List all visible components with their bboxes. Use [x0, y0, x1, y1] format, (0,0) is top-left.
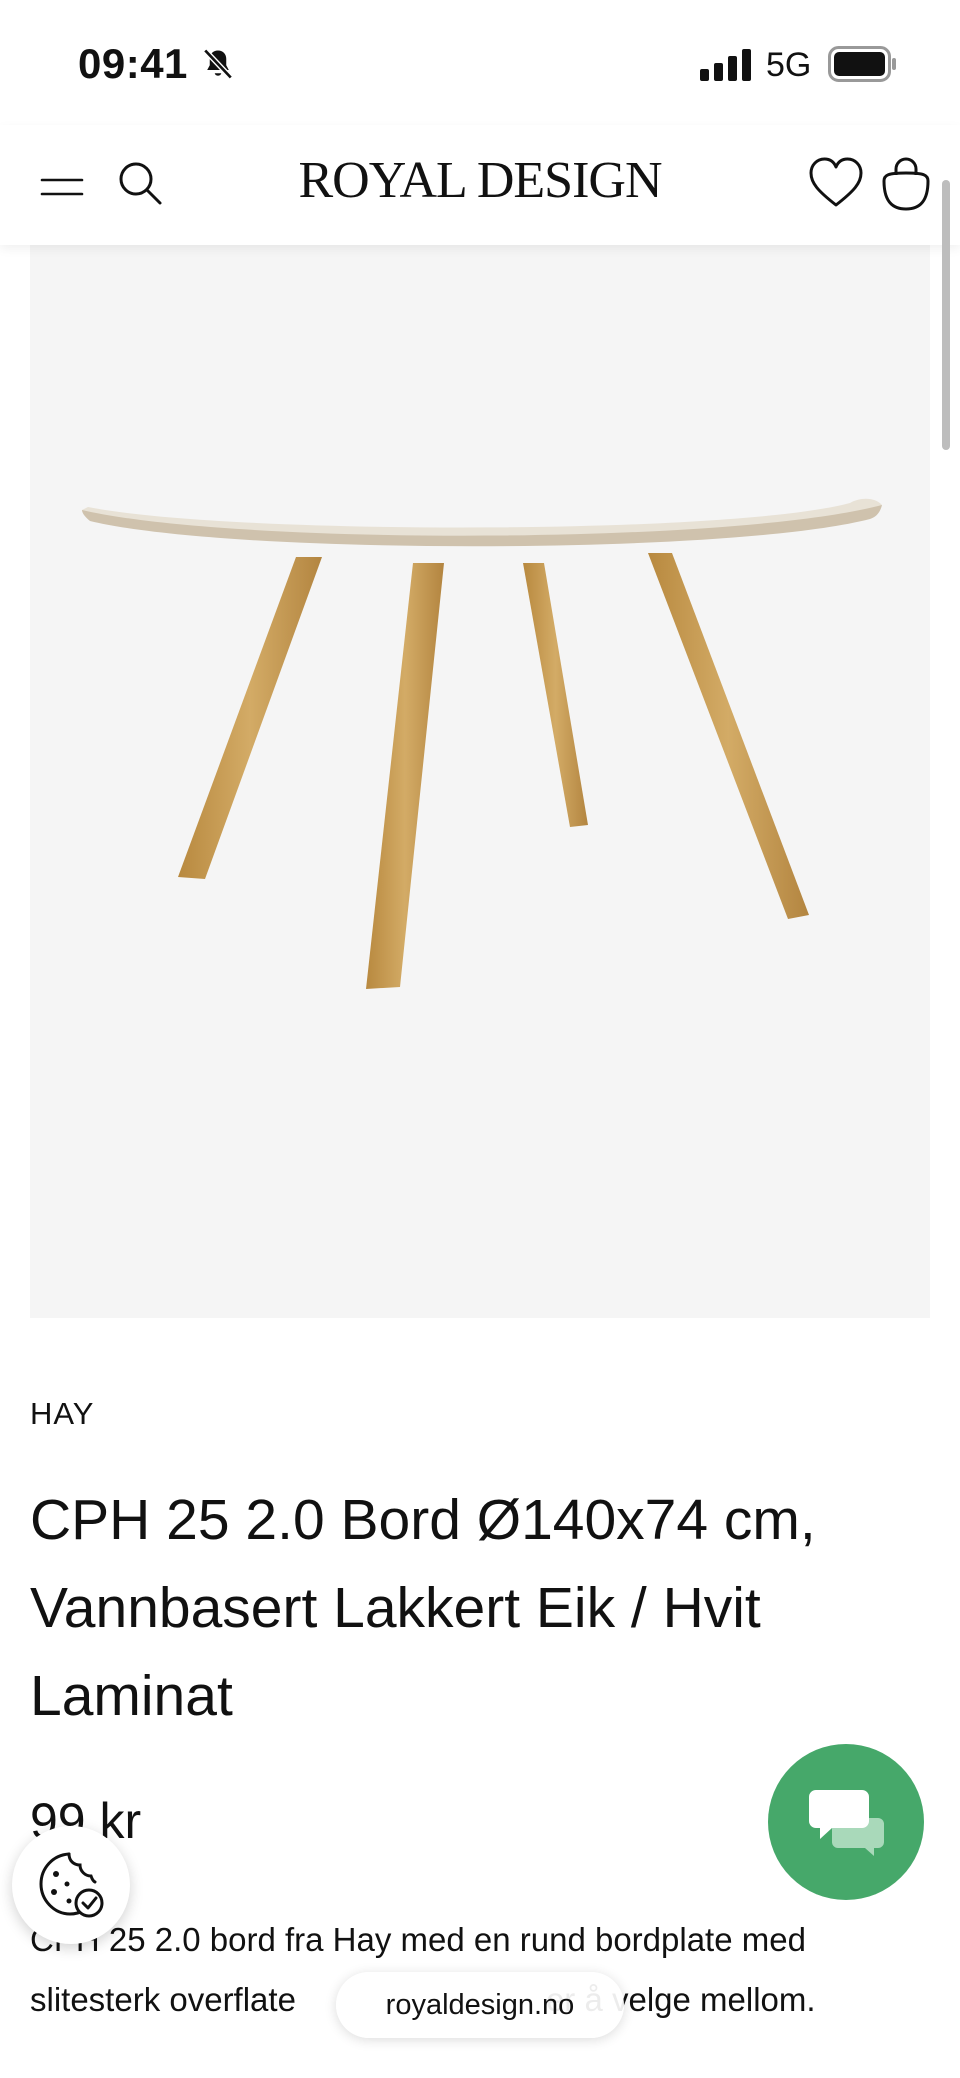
product-image[interactable] [30, 245, 930, 1318]
chat-icon [809, 1790, 884, 1856]
browser-url-bar[interactable]: royaldesign.no [336, 1972, 624, 2038]
cookie-icon [39, 1852, 104, 1918]
brand-logo[interactable]: ROYAL DESIGN [250, 151, 710, 210]
battery-icon [828, 46, 896, 82]
product-page: 09:41 5G ROYAL DESIGN HAY CPH 25 2.0 Bor… [0, 0, 960, 2078]
chat-button[interactable] [768, 1744, 924, 1900]
bell-slash-icon [203, 48, 233, 80]
product-brand[interactable]: HAY [30, 1396, 94, 1432]
status-time: 09:41 [78, 40, 188, 87]
menu-icon[interactable] [38, 163, 86, 211]
site-header: ROYAL DESIGN [0, 125, 960, 245]
search-icon[interactable] [112, 155, 168, 211]
table-illustration [82, 498, 882, 989]
product-title: CPH 25 2.0 Bord Ø140x74 cm, Vannbasert L… [30, 1488, 816, 1728]
scrollbar[interactable] [942, 180, 950, 450]
bag-icon[interactable] [876, 153, 936, 213]
signal-icon [700, 49, 751, 81]
heart-icon[interactable] [806, 153, 866, 213]
status-bar: 09:41 5G [0, 0, 960, 125]
network-label: 5G [766, 46, 812, 84]
cookie-settings-button[interactable] [12, 1826, 130, 1944]
